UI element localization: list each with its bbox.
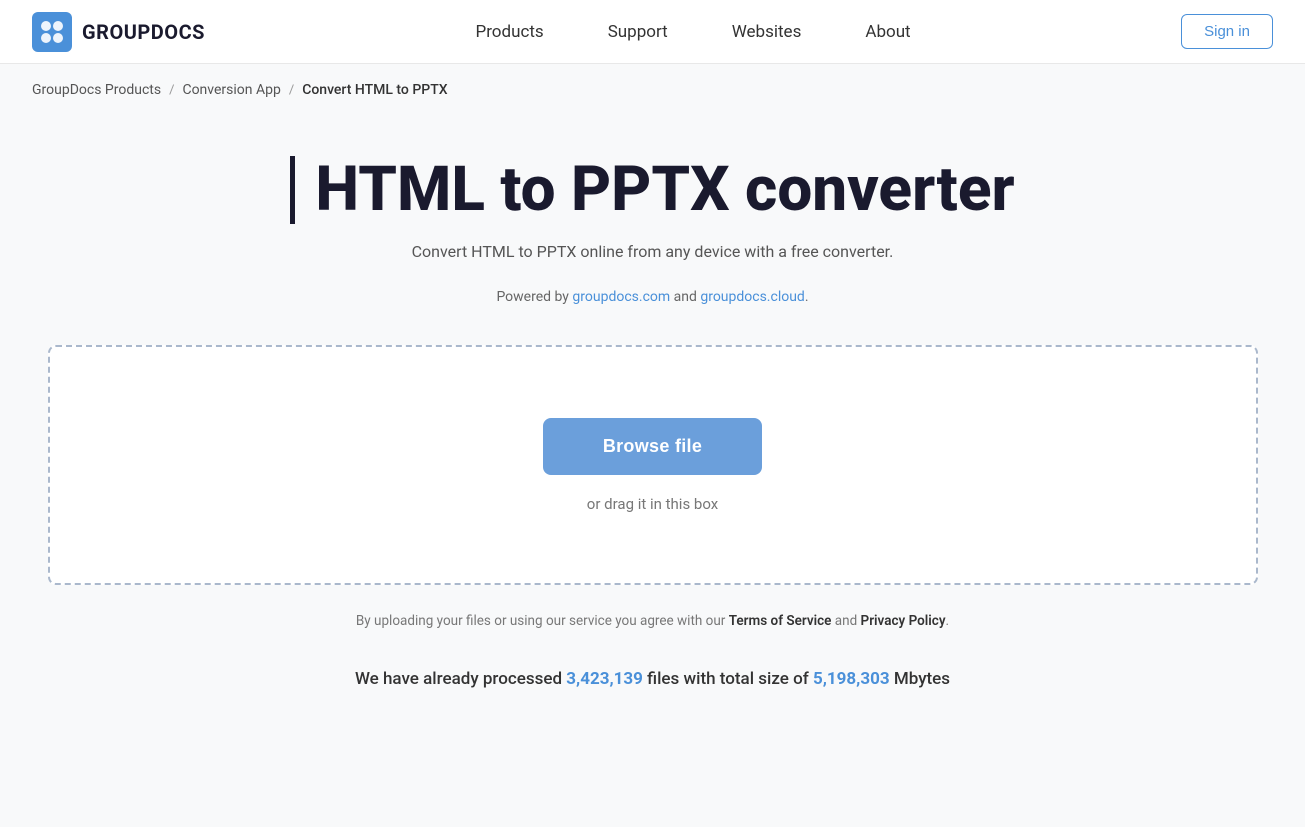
page-title: HTML to PPTX converter (290, 156, 1014, 224)
logo[interactable]: GROUPDOCS (32, 12, 205, 52)
main-nav: Products Support Websites About (443, 0, 942, 64)
powered-by-text: Powered by groupdocs.com and groupdocs.c… (496, 289, 808, 305)
groupdocs-cloud-link[interactable]: groupdocs.cloud (700, 289, 805, 305)
logo-text: GROUPDOCS (82, 20, 205, 44)
files-count: 3,423,139 (566, 669, 643, 689)
terms-of-service-link[interactable]: Terms of Service (729, 613, 832, 629)
nav-websites[interactable]: Websites (700, 0, 834, 64)
breadcrumb-separator-1: / (169, 83, 174, 98)
breadcrumb-current: Convert HTML to PPTX (302, 82, 447, 98)
nav-about[interactable]: About (833, 0, 942, 64)
terms-text: By uploading your files or using our ser… (356, 613, 949, 629)
nav-support[interactable]: Support (576, 0, 700, 64)
breadcrumb-groupdocs-products[interactable]: GroupDocs Products (32, 82, 161, 98)
breadcrumb-conversion-app[interactable]: Conversion App (182, 82, 280, 98)
breadcrumb-separator-2: / (289, 83, 294, 98)
size-count: 5,198,303 (813, 669, 890, 689)
page-subtitle: Convert HTML to PPTX online from any dev… (412, 242, 894, 261)
groupdocs-com-link[interactable]: groupdocs.com (572, 289, 670, 305)
privacy-policy-link[interactable]: Privacy Policy (861, 613, 946, 629)
drag-hint-text: or drag it in this box (587, 495, 718, 513)
groupdocs-logo-icon (32, 12, 72, 52)
browse-file-button[interactable]: Browse file (543, 418, 762, 475)
nav-products[interactable]: Products (443, 0, 575, 64)
stats-text: We have already processed 3,423,139 file… (355, 669, 950, 689)
upload-dropzone[interactable]: Browse file or drag it in this box (48, 345, 1258, 585)
signin-button[interactable]: Sign in (1181, 14, 1273, 49)
breadcrumb: GroupDocs Products / Conversion App / Co… (0, 64, 1305, 116)
main-content: HTML to PPTX converter Convert HTML to P… (0, 116, 1305, 749)
